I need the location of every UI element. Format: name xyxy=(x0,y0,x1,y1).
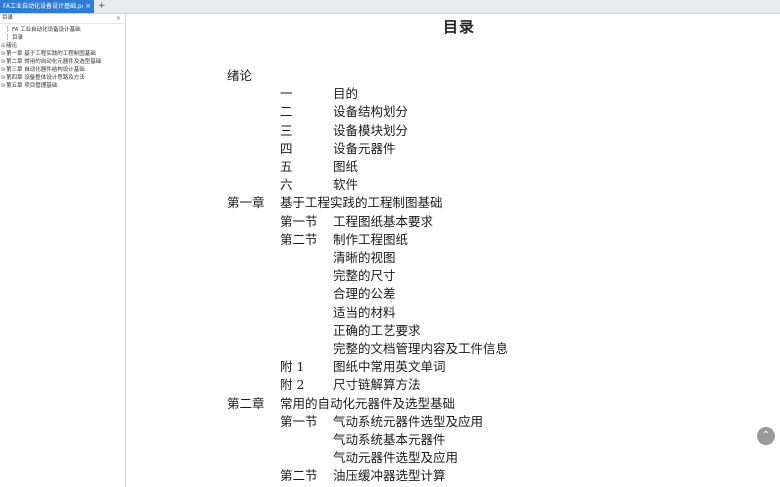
outline-sidebar: 目录 × ┆ FA 工业自动化设备设计基础 ┆ 目录 ⊞绪论 ⊞第一章 基于工程实践… xyxy=(0,14,126,487)
toc-entry[interactable]: 清晰的视图 xyxy=(333,247,396,266)
toc-entry[interactable]: 软件 xyxy=(333,174,358,193)
outline-item[interactable]: ⊞第五章 项目管理基础 xyxy=(0,82,125,90)
toc-entry[interactable]: 正确的工艺要求 xyxy=(333,320,421,339)
toc-entry[interactable]: 尺寸链解算方法 xyxy=(333,374,421,393)
toc-number: 附 2 xyxy=(280,377,305,393)
toc-number: 附 1 xyxy=(280,359,305,375)
tab-bar: FA工业自动化设备设计基础.pdf × + xyxy=(0,0,780,14)
toc-entry[interactable]: 设备结构划分 xyxy=(333,101,408,120)
toc-number: 二 xyxy=(280,104,293,120)
toc-entry[interactable]: 完整的尺寸 xyxy=(333,265,396,284)
toc-number: 第一章 xyxy=(227,195,265,211)
sidebar-close-icon[interactable]: × xyxy=(116,14,121,23)
outline-item[interactable]: ┆ FA 工业自动化设备设计基础 xyxy=(0,26,125,34)
document-page: 目录 绪论一 目的二 设备结构划分三 设备模块划分四 设备元器件五 图纸六 软件第一章 基于工… xyxy=(126,14,780,487)
toc-number: 一 xyxy=(280,86,293,102)
tab-close-icon[interactable]: × xyxy=(85,0,91,13)
tab-document[interactable]: FA工业自动化设备设计基础.pdf × xyxy=(0,0,94,13)
outline-item[interactable]: ⊞第三章 自动化器件结构设计基础 xyxy=(0,66,125,74)
outline-item[interactable]: ⊞绪论 xyxy=(0,42,125,50)
toc-number: 第二节 xyxy=(280,468,318,484)
toc-entry[interactable]: 气动系统基本元器件 xyxy=(333,429,446,448)
toc-number: 第二章 xyxy=(227,395,265,411)
toc-number: 四 xyxy=(280,140,293,156)
outline-item-label: 第四章 设备整体设计思路及方法 xyxy=(6,75,85,81)
outline-item-label: 第五章 项目管理基础 xyxy=(6,83,58,89)
toc-entry[interactable]: 设备元器件 xyxy=(333,138,396,157)
new-tab-button[interactable]: + xyxy=(98,0,106,13)
sidebar-title: 目录 xyxy=(2,15,14,21)
toc-number: 六 xyxy=(280,177,293,193)
toc-entry[interactable]: 目的 xyxy=(333,83,358,102)
toc-entry[interactable]: 图纸 xyxy=(333,156,358,175)
toc-entry[interactable]: 图纸中常用英文单词 xyxy=(333,356,446,375)
scroll-to-top-button[interactable]: ⌃ xyxy=(757,427,775,445)
toc-entry[interactable]: 气动系统元器件选型及应用 xyxy=(333,411,483,430)
toc-number: 第一节 xyxy=(280,413,318,429)
page-title: 目录 xyxy=(443,18,476,36)
toc-entry[interactable]: 合理的公差 xyxy=(333,283,396,302)
toc-entry[interactable]: 适当的材料 xyxy=(333,302,396,321)
tab-label: FA工业自动化设备设计基础.pdf xyxy=(3,3,83,10)
outline-item-label: 目录 xyxy=(12,35,24,41)
toc-number: 绪论 xyxy=(227,68,253,83)
outline-item[interactable]: ⊞第四章 设备整体设计思路及方法 xyxy=(0,74,125,82)
toc-number: 第一节 xyxy=(280,213,318,229)
toc-number: 第二节 xyxy=(280,231,318,247)
toc-entry[interactable]: 油压缓冲器选型计算 xyxy=(333,465,446,484)
outline-tree: ┆ FA 工业自动化设备设计基础 ┆ 目录 ⊞绪论 ⊞第一章 基于工程实践的工程制图… xyxy=(0,26,125,90)
outline-item-label: 绪论 xyxy=(6,43,18,49)
sidebar-header: 目录 × xyxy=(0,14,125,24)
outline-item[interactable]: ┆ 目录 xyxy=(0,34,125,42)
outline-item-label: 第一章 基于工程实践的工程制图基础 xyxy=(6,51,96,57)
outline-item-label: FA 工业自动化设备设计基础 xyxy=(12,27,81,33)
outline-item[interactable]: ⊞第二章 常用的自动化元器件及选型基础 xyxy=(0,58,125,66)
outline-item-label: 第二章 常用的自动化元器件及选型基础 xyxy=(6,59,102,65)
outline-item[interactable]: ⊞第一章 基于工程实践的工程制图基础 xyxy=(0,50,125,58)
toc-entry[interactable]: 制作工程图纸 xyxy=(333,229,408,248)
toc-entry[interactable]: 常用的自动化元器件及选型基础 xyxy=(280,393,455,412)
toc-entry[interactable]: 气动元器件选型及应用 xyxy=(333,447,458,466)
toc-entry[interactable]: 设备模块划分 xyxy=(333,120,408,139)
toc-entry[interactable]: 工程图纸基本要求 xyxy=(333,211,433,230)
toc-number: 三 xyxy=(280,122,293,138)
toc-entry[interactable]: 完整的文档管理内容及工件信息 xyxy=(333,338,508,357)
toc-entry[interactable]: 基于工程实践的工程制图基础 xyxy=(280,192,443,211)
toc-number: 五 xyxy=(280,159,293,174)
outline-item-label: 第三章 自动化器件结构设计基础 xyxy=(6,67,85,73)
